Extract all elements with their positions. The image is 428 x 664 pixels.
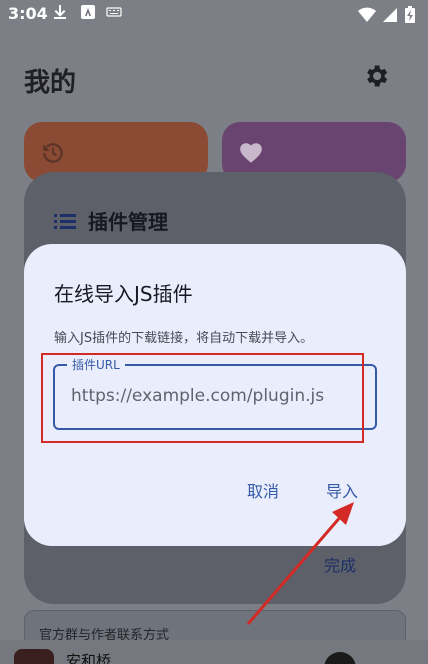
sheet-header: 插件管理 (54, 206, 168, 235)
status-bar: 3:04 (0, 0, 428, 28)
page-title: 我的 (24, 68, 77, 98)
cancel-button[interactable]: 取消 (247, 478, 279, 502)
mini-player[interactable]: 安和桥 (0, 640, 428, 664)
done-button[interactable]: 完成 (324, 552, 356, 576)
history-icon (43, 143, 63, 163)
album-art (14, 649, 54, 664)
status-time: 3:04 (8, 4, 48, 23)
gear-icon[interactable] (362, 62, 390, 90)
keyboard-icon (106, 7, 122, 17)
dialog-title: 在线导入JS插件 (54, 282, 193, 306)
sheet-title: 插件管理 (88, 210, 168, 234)
wifi-icon (358, 7, 376, 22)
annotation-highlight-box (41, 353, 364, 443)
import-button[interactable]: 导入 (326, 478, 358, 502)
dialog-description: 输入JS插件的下载链接，将自动下载并导入。 (54, 331, 314, 346)
heart-icon (240, 143, 262, 163)
battery-charging-icon (405, 6, 415, 23)
download-icon (54, 5, 66, 19)
signal-icon (383, 8, 397, 22)
app-a-icon (81, 5, 95, 19)
play-button[interactable] (324, 652, 356, 664)
song-title: 安和桥 (66, 652, 112, 664)
list-icon (54, 213, 76, 229)
